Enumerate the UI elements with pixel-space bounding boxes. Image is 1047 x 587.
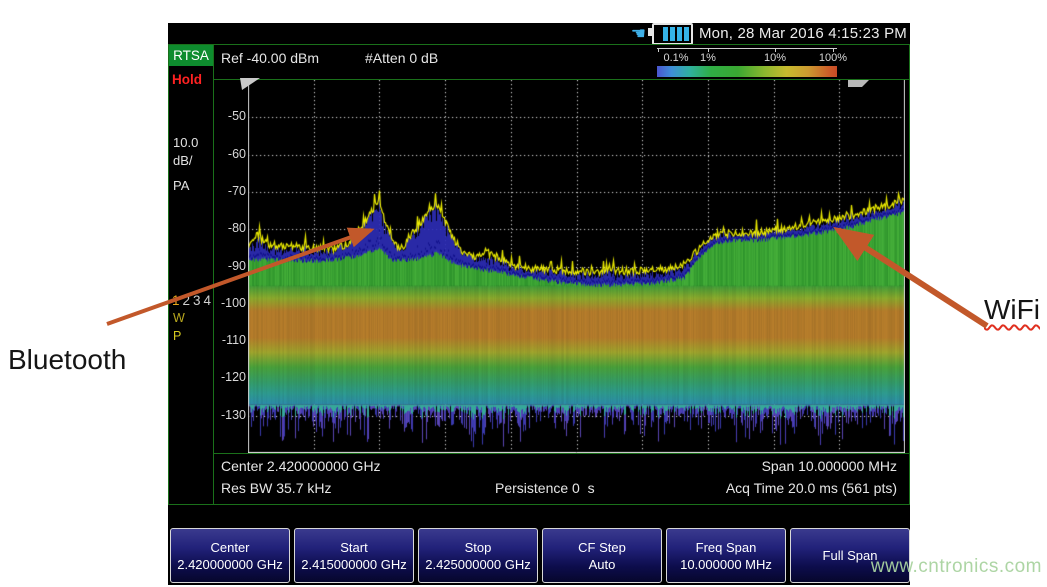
span-readout: Span 10.000000 MHz (762, 458, 897, 474)
trace-state-p: P (173, 329, 181, 343)
y-axis-tick: -80 (213, 221, 246, 235)
battery-icon (652, 23, 693, 45)
resbw-readout: Res BW 35.7 kHz (221, 480, 331, 496)
softkey-label: CF Step (578, 540, 626, 555)
softkey-start[interactable]: Start 2.415000000 GHz (294, 528, 414, 583)
sidebar (168, 44, 214, 505)
softkey-center[interactable]: Center 2.420000000 GHz (170, 528, 290, 583)
ref-level-label: Ref -40.00 dBm (221, 50, 319, 66)
scale-label: 0.1% (663, 52, 688, 64)
softkey-label: Center (210, 540, 249, 555)
center-freq-readout: Center 2.420000000 GHz (221, 458, 381, 474)
scale-axis-line (657, 48, 837, 49)
mode-badge: RTSA (169, 45, 213, 66)
sweep-hold-indicator: Hold (172, 72, 202, 87)
y-axis-tick: -130 (213, 408, 246, 422)
datetime-text: Mon, 28 Mar 2016 4:15:23 PM (699, 25, 907, 42)
scale-value: 10.0 (173, 135, 198, 150)
softkey-value: 2.415000000 GHz (301, 557, 407, 572)
softkey-stop[interactable]: Stop 2.425000000 GHz (418, 528, 538, 583)
softkey-value: Auto (589, 557, 616, 572)
softkey-value: 10.000000 MHz (680, 557, 772, 572)
status-bar: ☚ Mon, 28 Mar 2016 4:15:23 PM (168, 23, 910, 44)
y-axis-tick: -60 (213, 147, 246, 161)
acq-time-readout: Acq Time 20.0 ms (561 pts) (726, 480, 897, 496)
y-axis-tick: -110 (213, 333, 246, 347)
touch-pointer-icon: ☚ (631, 27, 646, 41)
scale-label: 1% (700, 52, 716, 64)
atten-label: #Atten 0 dB (365, 50, 438, 66)
softkey-label: Stop (465, 540, 492, 555)
softkey-freq-span[interactable]: Freq Span 10.000000 MHz (666, 528, 786, 583)
spectrum-display (248, 80, 905, 453)
trace-numbers: 1234 (172, 293, 214, 308)
softkey-label: Full Span (823, 548, 878, 563)
persistence-readout: Persistence 0 s (495, 480, 595, 496)
trace-state-w: W (173, 311, 185, 325)
softkey-label: Start (340, 540, 367, 555)
y-axis-tick: -70 (213, 184, 246, 198)
softkey-value: 2.420000000 GHz (177, 557, 283, 572)
y-axis-tick: -100 (213, 296, 246, 310)
traces-rest: 234 (183, 293, 215, 308)
scale-label: 10% (764, 52, 786, 64)
softkey-label: Freq Span (696, 540, 757, 555)
y-axis-tick: -50 (213, 109, 246, 123)
spectrum-analyzer-screenshot: ☚ Mon, 28 Mar 2016 4:15:23 PM RTSA Hold … (0, 0, 1047, 587)
y-axis-tick: -120 (213, 370, 246, 384)
scale-label: 100% (819, 52, 847, 64)
preamp-indicator: PA (173, 178, 189, 193)
y-axis-tick: -90 (213, 259, 246, 273)
watermark: www.cntronics.com (871, 556, 1042, 578)
scale-unit: dB/ (173, 153, 193, 168)
density-gradient-bar (657, 66, 837, 77)
wifi-callout: WiFi (984, 294, 1040, 326)
bluetooth-callout: Bluetooth (8, 344, 126, 376)
density-color-scale: 0.1% 1% 10% 100% (655, 46, 841, 78)
scale-tick (658, 48, 659, 52)
trace-active: 1 (172, 293, 183, 308)
softkey-value: 2.425000000 GHz (425, 557, 531, 572)
softkey-cf-step[interactable]: CF Step Auto (542, 528, 662, 583)
